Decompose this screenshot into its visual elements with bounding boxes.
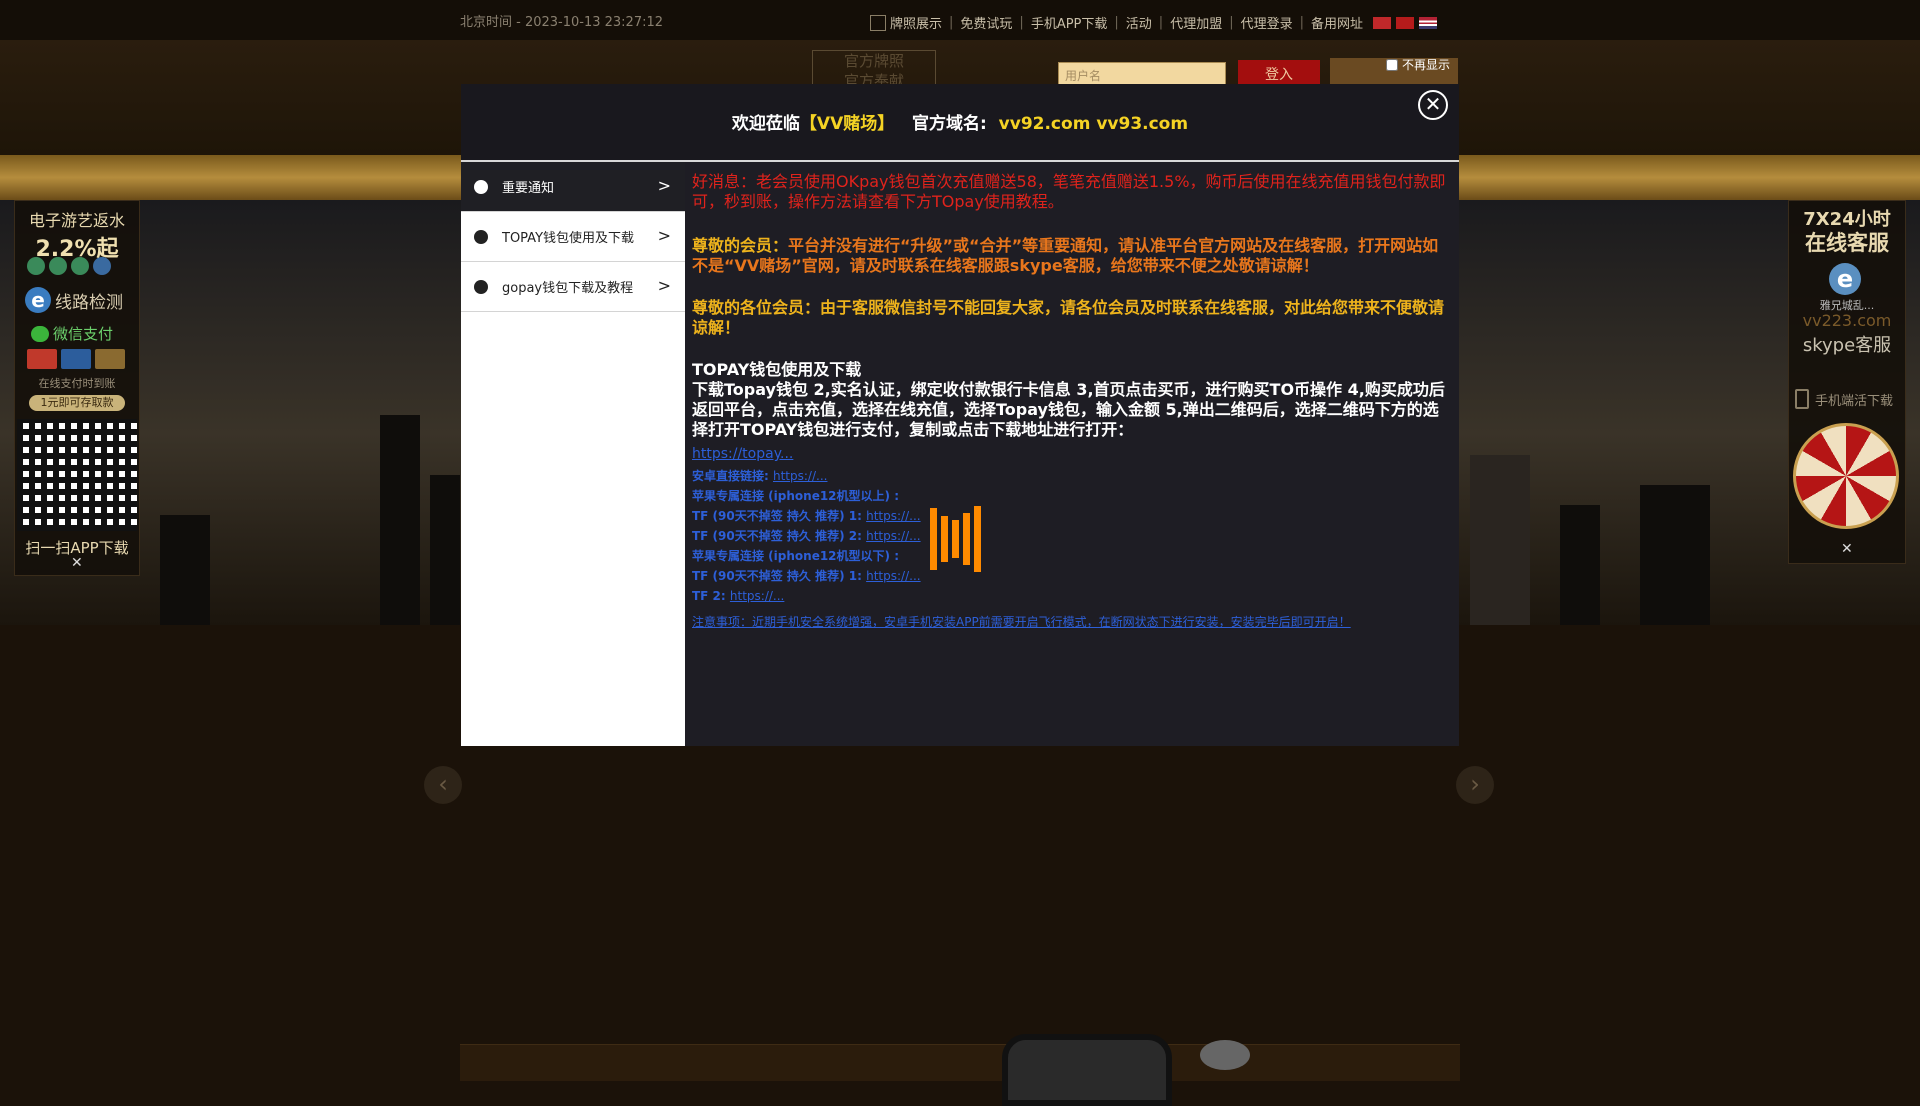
good-news-notice: 好消息：老会员使用OKpay钱包首次充值赠送58，笔笔充值赠送1.5%，购币后使… <box>692 172 1446 211</box>
no-show-again[interactable]: 不再显示 <box>1386 56 1450 73</box>
hk-flag-icon[interactable] <box>1396 16 1415 29</box>
unionpay-icon <box>27 349 57 369</box>
announcement-modal: 欢迎莅临【VV赌场】 官方域名: vv92.com vv93.com ✕ 重要通… <box>461 84 1459 746</box>
android-link[interactable]: 安卓直接链接: https://... <box>692 466 1452 486</box>
phone-graphic <box>1002 1034 1172 1106</box>
skype-service-link[interactable]: skype客服 <box>1789 331 1905 357</box>
wechat-icon <box>31 325 49 342</box>
tf-link-4[interactable]: TF 2: https://... <box>692 586 1452 606</box>
bullet-icon <box>474 279 488 294</box>
line-check-link[interactable]: e 线路检测 <box>25 287 123 313</box>
tf-link-3[interactable]: TF (90天不掉签 持久 推荐) 1: https://... <box>692 566 1452 586</box>
ios-below-12-label: 苹果专属连接 (iphone12机型以下) : <box>692 549 899 563</box>
nav-license[interactable]: 牌照展示 <box>890 13 942 32</box>
dianka-icon <box>95 349 125 369</box>
payment-icons <box>27 349 125 369</box>
bullet-icon <box>474 229 488 244</box>
chevron-right-icon: > <box>657 276 671 295</box>
casino-chip-graphic <box>1200 1040 1250 1070</box>
bullet-icon <box>474 179 488 194</box>
topay-download-link[interactable]: https://topay... <box>692 444 1452 464</box>
loading-spinner-icon <box>930 506 990 572</box>
right-panel-close-icon[interactable]: ✕ <box>1841 541 1853 557</box>
modal-close-button[interactable]: ✕ <box>1418 90 1448 120</box>
phone-icon <box>1795 389 1809 409</box>
nav-free-trial[interactable]: 免费试玩 <box>960 13 1012 32</box>
topay-instructions: 下载Topay钱包 2,实名认证，绑定收付款银行卡信息 3,首页点击买币，进行购… <box>692 380 1445 439</box>
mobile-download-link[interactable]: 手机端活下载 <box>1795 389 1893 409</box>
top-nav: 牌照展示 | 免费试玩 | 手机APP下载 | 活动 | 代理加盟 | 代理登录 | 备用网… <box>870 13 1438 32</box>
modal-header: 欢迎莅临【VV赌场】 官方域名: vv92.com vv93.com ✕ <box>461 84 1459 160</box>
top-bar: 北京时间 - 2023-10-13 23:27:12 牌照展示 | 免费试玩 | 手… <box>0 0 1920 40</box>
bottom-banner <box>460 1044 1460 1081</box>
nav-backup-url[interactable]: 备用网址 <box>1311 13 1363 32</box>
no-show-checkbox[interactable] <box>1386 58 1398 71</box>
menu-item-topay[interactable]: TOPAY钱包使用及下载 > <box>461 212 685 262</box>
install-warning: 注意事项：近期手机安全系统增强，安卓手机安装APP前需要开启飞行模式，在断网状态… <box>692 615 1351 629</box>
member-notice-1: 尊敬的会员：平台并没有进行“升级”或“合并”等重要通知，请认准平台官方网站及在线… <box>692 236 1439 275</box>
modal-welcome: 欢迎莅临【VV赌场】 官方域名: vv92.com vv93.com <box>731 114 1189 134</box>
alipay-icon <box>61 349 91 369</box>
left-float-panel: 电子游艺返水 2.2%起 e 线路检测 微信支付 在线支付时到账 1元即可存取款 … <box>14 200 140 576</box>
us-flag-icon[interactable] <box>1419 16 1438 29</box>
nav-agent-join[interactable]: 代理加盟 <box>1170 13 1222 32</box>
nav-agent-login[interactable]: 代理登录 <box>1241 13 1293 32</box>
game-provider-icons <box>27 257 111 275</box>
rebate-title: 电子游艺返水 <box>28 211 125 230</box>
online-pay-note: 在线支付时到账 <box>38 377 116 390</box>
carousel-prev-button[interactable]: ‹ <box>424 766 462 804</box>
right-float-panel: 7X24小时 在线客服 e 雅兄城乱... vv223.com skype客服 … <box>1788 200 1906 564</box>
qr-icon <box>870 14 886 31</box>
service-domain[interactable]: vv223.com <box>1789 311 1905 330</box>
chevron-right-icon: > <box>657 176 671 195</box>
topay-title: TOPAY钱包使用及下载 <box>692 360 862 379</box>
notice-menu: 重要通知 > TOPAY钱包使用及下载 > gopay钱包下载及教程 > <box>461 162 685 746</box>
min-deposit-badge: 1元即可存取款 <box>29 395 125 411</box>
prize-wheel[interactable] <box>1793 423 1899 529</box>
notice-content: 好消息：老会员使用OKpay钱包首次充值赠送58，笔笔充值赠送1.5%，购币后使… <box>692 172 1452 632</box>
app-qr-code <box>17 419 137 531</box>
ios-above-12-label: 苹果专属连接 (iphone12机型以上) : <box>692 489 899 503</box>
ie-icon: e <box>1829 263 1861 295</box>
nav-app-download[interactable]: 手机APP下载 <box>1031 13 1108 32</box>
tf-link-2[interactable]: TF (90天不掉签 持久 推荐) 2: https://... <box>692 526 1452 546</box>
left-panel-close-icon[interactable]: ✕ <box>71 555 83 571</box>
chevron-right-icon: > <box>657 226 671 245</box>
online-service-title: 在线客服 <box>1805 231 1889 255</box>
ie-icon: e <box>25 287 51 313</box>
member-notice-2: 尊敬的各位会员：由于客服微信封号不能回复大家，请各位会员及时联系在线客服，对此给… <box>692 298 1445 337</box>
nav-promotions[interactable]: 活动 <box>1126 13 1152 32</box>
cn-flag-icon[interactable] <box>1373 16 1392 29</box>
menu-item-gopay[interactable]: gopay钱包下载及教程 > <box>461 262 685 312</box>
tf-link-1[interactable]: TF (90天不掉签 持久 推荐) 1: https://... <box>692 506 1452 526</box>
beijing-clock: 北京时间 - 2023-10-13 23:27:12 <box>460 15 664 30</box>
menu-item-important-notice[interactable]: 重要通知 > <box>461 162 685 212</box>
carousel-next-button[interactable]: › <box>1456 766 1494 804</box>
wechat-pay: 微信支付 <box>31 323 113 344</box>
